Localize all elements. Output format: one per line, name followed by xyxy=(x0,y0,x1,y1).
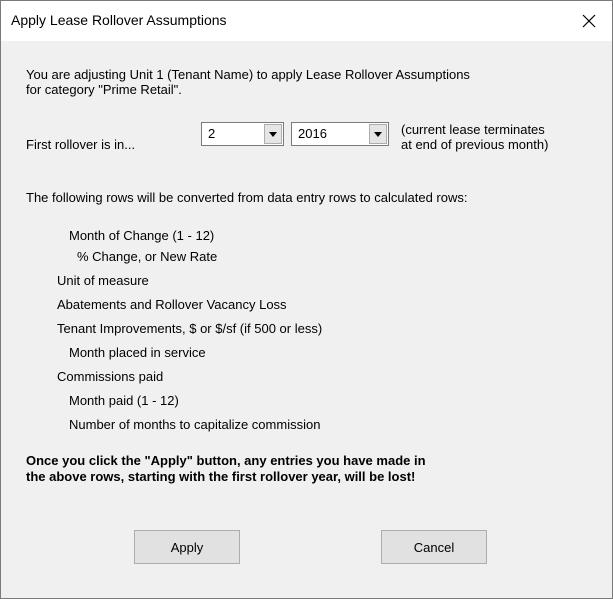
rollover-note-line-1: (current lease terminates xyxy=(401,122,545,137)
row-item: Commissions paid xyxy=(57,369,164,384)
first-rollover-label: First rollover is in... xyxy=(26,137,136,152)
title-bar[interactable]: Apply Lease Rollover Assumptions xyxy=(1,1,612,41)
chevron-down-icon xyxy=(374,131,382,137)
intro-line-2: for category "Prime Retail". xyxy=(26,82,182,97)
rollover-year-dropdown-button[interactable] xyxy=(369,124,387,144)
row-item: Abatements and Rollover Vacancy Loss xyxy=(57,297,287,312)
apply-button[interactable]: Apply xyxy=(134,530,240,564)
row-item: Month paid (1 - 12) xyxy=(69,393,179,408)
cancel-button[interactable]: Cancel xyxy=(381,530,487,564)
rollover-note-line-2: at end of previous month) xyxy=(401,137,549,152)
row-item: Month placed in service xyxy=(69,345,206,360)
row-item: Unit of measure xyxy=(57,273,149,288)
row-item: % Change, or New Rate xyxy=(77,249,218,264)
window-title: Apply Lease Rollover Assumptions xyxy=(11,12,227,28)
row-item: Tenant Improvements, $ or $/sf (if 500 o… xyxy=(57,321,323,336)
rollover-month-value: 2 xyxy=(208,126,216,141)
warning-line-1: Once you click the "Apply" button, any e… xyxy=(26,453,426,468)
chevron-down-icon xyxy=(269,131,277,137)
rollover-month-select[interactable]: 2 xyxy=(201,122,284,146)
rollover-year-select[interactable]: 2016 xyxy=(291,122,389,146)
rows-header: The following rows will be converted fro… xyxy=(26,190,468,205)
dialog-body: You are adjusting Unit 1 (Tenant Name) t… xyxy=(9,41,602,586)
intro-line-1: You are adjusting Unit 1 (Tenant Name) t… xyxy=(26,67,470,82)
apply-lease-rollover-dialog: Apply Lease Rollover Assumptions You are… xyxy=(0,0,613,599)
row-item: Month of Change (1 - 12) xyxy=(69,228,215,243)
warning-line-2: the above rows, starting with the first … xyxy=(26,469,416,484)
rollover-year-value: 2016 xyxy=(298,126,327,141)
row-item: Number of months to capitalize commissio… xyxy=(69,417,321,432)
close-icon xyxy=(582,14,596,28)
close-button[interactable] xyxy=(566,1,612,41)
rollover-month-dropdown-button[interactable] xyxy=(264,124,282,144)
